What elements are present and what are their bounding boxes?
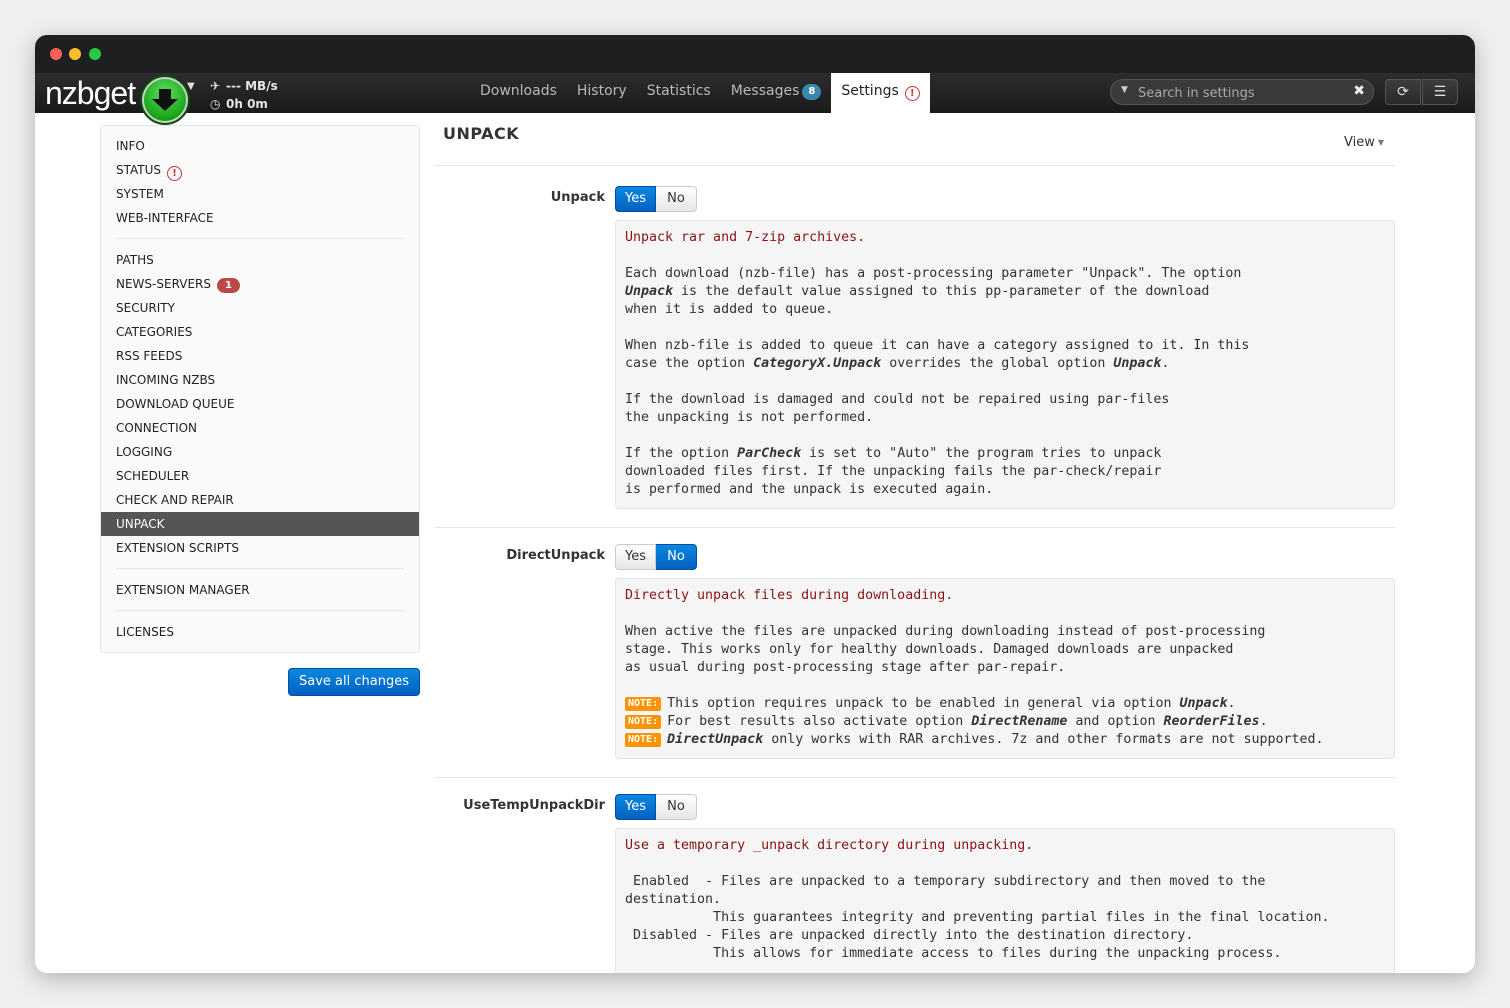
messages-count-badge: 8	[802, 84, 822, 100]
title-bar	[35, 35, 1475, 73]
speed-status[interactable]: ✈ --- MB/s ◷ 0h 0m	[210, 77, 278, 113]
sidebar-item-scheduler[interactable]: SCHEDULER	[101, 464, 419, 488]
main-nav: Downloads History Statistics Messages 8 S…	[470, 73, 930, 113]
sidebar-item-web-interface[interactable]: WEB-INTERFACE	[101, 206, 419, 230]
zoom-window-button[interactable]	[89, 48, 101, 60]
sidebar-item-unpack[interactable]: UNPACK	[101, 512, 419, 536]
speed-value: --- MB/s	[226, 79, 278, 93]
app-logo: nzbget	[45, 75, 136, 111]
chevron-down-icon[interactable]: ▼	[187, 81, 195, 92]
download-queue-button[interactable]	[140, 75, 190, 125]
usetempunpackdir-toggle: Yes No	[615, 794, 697, 820]
top-navbar: nzbget ▼ ✈ --- MB/s ◷ 0h 0m Downloads Hist…	[35, 73, 1475, 125]
divider	[435, 165, 1395, 166]
clock-icon: ◷	[210, 97, 221, 111]
settings-content: UNPACK View ▼ Unpack Yes No Unpack rar an…	[435, 113, 1475, 973]
tab-messages[interactable]: Messages 8	[721, 73, 832, 113]
note-badge: NOTE:	[625, 715, 662, 729]
settings-search: ▼ ✖	[1110, 79, 1374, 105]
sidebar-item-system[interactable]: SYSTEM	[101, 182, 419, 206]
unpack-toggle: Yes No	[615, 186, 697, 212]
view-menu-button[interactable]: View ▼	[1344, 135, 1384, 150]
plane-icon: ✈	[210, 79, 221, 93]
description-summary: Unpack rar and 7-zip archives.	[625, 230, 866, 245]
option-label-unpack: Unpack	[550, 190, 605, 205]
search-input[interactable]	[1136, 82, 1350, 104]
app-window: nzbget ▼ ✈ --- MB/s ◷ 0h 0m Downloads Hist…	[35, 35, 1475, 973]
refresh-icon: ⟳	[1397, 84, 1409, 100]
unpack-description: Unpack rar and 7-zip archives. Each down…	[615, 220, 1395, 509]
directunpack-no-button[interactable]: No	[656, 544, 697, 570]
sliders-icon: ☰	[1433, 84, 1447, 100]
tab-history[interactable]: History	[567, 73, 637, 113]
error-count-badge: 1	[217, 278, 240, 293]
clear-search-icon[interactable]: ✖	[1353, 83, 1365, 99]
unpack-yes-button[interactable]: Yes	[615, 186, 656, 212]
usetempunpackdir-no-button[interactable]: No	[656, 794, 697, 820]
time-value: 0h 0m	[226, 97, 268, 111]
sidebar-item-info[interactable]: INFO	[101, 134, 419, 158]
sidebar-item-licenses[interactable]: LICENSES	[101, 620, 419, 644]
minimize-window-button[interactable]	[69, 48, 81, 60]
option-label-directunpack: DirectUnpack	[506, 548, 605, 563]
sidebar-item-extension-scripts[interactable]: EXTENSION SCRIPTS	[101, 536, 419, 560]
directunpack-yes-button[interactable]: Yes	[615, 544, 656, 570]
directunpack-description: Directly unpack files during downloading…	[615, 578, 1395, 759]
description-summary: Use a temporary _unpack directory during…	[625, 838, 1034, 853]
usetempunpackdir-description: Use a temporary _unpack directory during…	[615, 828, 1395, 973]
search-options-caret-icon[interactable]: ▼	[1121, 85, 1128, 95]
download-arrow-icon	[152, 89, 178, 111]
close-window-button[interactable]	[50, 48, 62, 60]
description-summary: Directly unpack files during downloading…	[625, 588, 954, 603]
sidebar-divider	[116, 568, 404, 569]
sidebar-item-logging[interactable]: LOGGING	[101, 440, 419, 464]
settings-sidebar: INFO STATUS! SYSTEM WEB-INTERFACE PATHS …	[100, 125, 420, 653]
sidebar-divider	[116, 238, 404, 239]
divider	[435, 527, 1395, 528]
sidebar-item-incoming-nzbs[interactable]: INCOMING NZBS	[101, 368, 419, 392]
directunpack-toggle: Yes No	[615, 544, 697, 570]
sidebar-item-check-and-repair[interactable]: CHECK AND REPAIR	[101, 488, 419, 512]
save-all-changes-button[interactable]: Save all changes	[288, 668, 420, 696]
page-title: UNPACK	[443, 124, 520, 143]
tab-settings[interactable]: Settings!	[831, 73, 930, 113]
warning-icon: !	[167, 166, 183, 181]
option-label-usetempunpackdir: UseTempUnpackDir	[463, 798, 605, 813]
sidebar-item-extension-manager[interactable]: EXTENSION MANAGER	[101, 578, 419, 602]
sidebar-divider	[116, 610, 404, 611]
refresh-button[interactable]: ⟳	[1385, 79, 1421, 105]
unpack-no-button[interactable]: No	[656, 186, 697, 212]
sidebar-item-status[interactable]: STATUS!	[101, 158, 419, 182]
sidebar-item-connection[interactable]: CONNECTION	[101, 416, 419, 440]
sidebar-item-download-queue[interactable]: DOWNLOAD QUEUE	[101, 392, 419, 416]
usetempunpackdir-yes-button[interactable]: Yes	[615, 794, 656, 820]
tab-statistics[interactable]: Statistics	[637, 73, 721, 113]
chevron-down-icon: ▼	[1377, 138, 1385, 147]
settings-menu-button[interactable]: ☰	[1422, 79, 1458, 105]
sidebar-item-categories[interactable]: CATEGORIES	[101, 320, 419, 344]
sidebar-item-rss-feeds[interactable]: RSS FEEDS	[101, 344, 419, 368]
divider	[435, 777, 1395, 778]
sidebar-item-security[interactable]: SECURITY	[101, 296, 419, 320]
sidebar-item-paths[interactable]: PATHS	[101, 248, 419, 272]
tab-downloads[interactable]: Downloads	[470, 73, 567, 113]
note-badge: NOTE:	[625, 697, 662, 711]
warning-icon: !	[904, 86, 920, 101]
sidebar-item-news-servers[interactable]: NEWS-SERVERS 1	[101, 272, 419, 296]
note-badge: NOTE:	[625, 733, 662, 747]
